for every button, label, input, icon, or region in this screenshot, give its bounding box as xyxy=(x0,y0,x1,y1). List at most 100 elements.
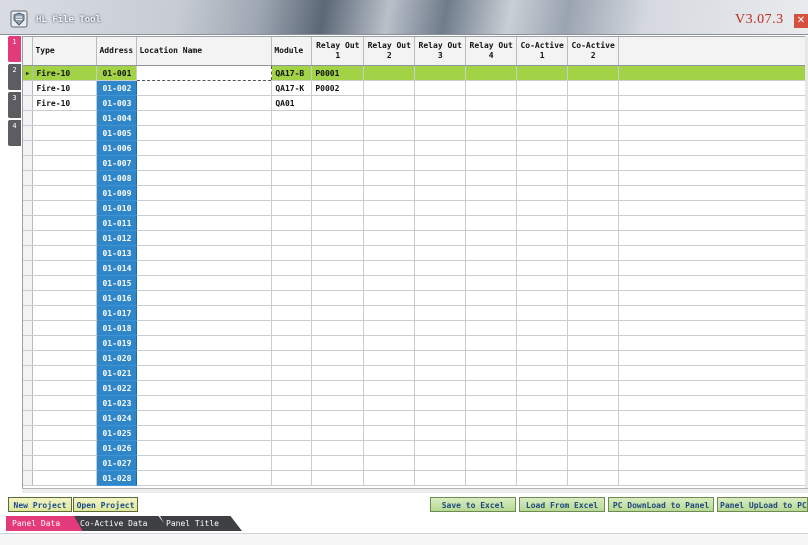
cell-relay-out-3[interactable] xyxy=(414,230,467,246)
cell-relay-out-3[interactable] xyxy=(414,170,467,186)
table-row[interactable]: 01-028 xyxy=(23,470,808,486)
cell-location-name[interactable] xyxy=(136,80,273,96)
cell-relay-out-2[interactable] xyxy=(363,245,416,261)
cell-address[interactable]: 01-028 xyxy=(96,470,138,486)
cell-module[interactable] xyxy=(271,260,313,276)
row-indicator[interactable] xyxy=(23,185,34,201)
cell-location-name[interactable] xyxy=(136,350,273,366)
side-tab-1[interactable]: 1 xyxy=(8,36,21,62)
cell-relay-out-3[interactable] xyxy=(414,290,467,306)
open-project-button[interactable]: Open Project xyxy=(73,497,138,512)
cell-location-name[interactable] xyxy=(136,245,273,261)
cell-address[interactable]: 01-014 xyxy=(96,260,138,276)
cell-module[interactable] xyxy=(271,245,313,261)
cell-relay-out-1[interactable] xyxy=(311,215,365,231)
row-indicator[interactable] xyxy=(23,215,34,231)
table-row[interactable]: Fire-10 01-003 QA01 xyxy=(23,95,808,111)
cell-type[interactable] xyxy=(32,440,98,456)
cell-relay-out-3[interactable] xyxy=(414,65,467,81)
cell-relay-out-1[interactable] xyxy=(311,245,365,261)
cell-location-name[interactable] xyxy=(136,200,273,216)
side-tab-4[interactable]: 4 xyxy=(8,120,21,146)
row-indicator[interactable] xyxy=(23,125,34,141)
row-indicator[interactable] xyxy=(23,365,34,381)
cell-relay-out-3[interactable] xyxy=(414,95,467,111)
cell-co-active-1[interactable] xyxy=(516,335,569,351)
table-row[interactable]: 01-006 xyxy=(23,140,808,156)
cell-type[interactable] xyxy=(32,395,98,411)
cell-relay-out-1[interactable] xyxy=(311,335,365,351)
cell-co-active-2[interactable] xyxy=(567,335,620,351)
cell-type[interactable] xyxy=(32,305,98,321)
cell-module[interactable] xyxy=(271,350,313,366)
cell-type[interactable] xyxy=(32,365,98,381)
cell-address[interactable]: 01-020 xyxy=(96,350,138,366)
row-indicator[interactable] xyxy=(23,455,34,471)
cell-address[interactable]: 01-021 xyxy=(96,365,138,381)
row-indicator[interactable] xyxy=(23,470,34,486)
cell-module[interactable] xyxy=(271,290,313,306)
cell-relay-out-3[interactable] xyxy=(414,305,467,321)
cell-relay-out-2[interactable] xyxy=(363,470,416,486)
cell-location-name[interactable] xyxy=(136,185,273,201)
cell-relay-out-4[interactable] xyxy=(465,350,518,366)
cell-co-active-1[interactable] xyxy=(516,110,569,126)
cell-co-active-1[interactable] xyxy=(516,440,569,456)
cell-relay-out-2[interactable] xyxy=(363,380,416,396)
cell-co-active-2[interactable] xyxy=(567,275,620,291)
cell-co-active-1[interactable] xyxy=(516,320,569,336)
cell-co-active-2[interactable] xyxy=(567,185,620,201)
cell-relay-out-3[interactable] xyxy=(414,470,467,486)
cell-relay-out-3[interactable] xyxy=(414,425,467,441)
cell-relay-out-1[interactable] xyxy=(311,350,365,366)
cell-module[interactable] xyxy=(271,275,313,291)
cell-relay-out-1[interactable] xyxy=(311,395,365,411)
cell-relay-out-4[interactable] xyxy=(465,200,518,216)
table-row[interactable]: 01-004 xyxy=(23,110,808,126)
cell-module[interactable] xyxy=(271,440,313,456)
cell-co-active-2[interactable] xyxy=(567,155,620,171)
table-row[interactable]: 01-025 xyxy=(23,425,808,441)
row-indicator[interactable] xyxy=(23,200,34,216)
cell-address[interactable]: 01-017 xyxy=(96,305,138,321)
cell-address[interactable]: 01-006 xyxy=(96,140,138,156)
cell-relay-out-2[interactable] xyxy=(363,140,416,156)
col-header-relay-out-3[interactable]: Relay Out 3 xyxy=(414,37,467,66)
table-row[interactable]: 01-021 xyxy=(23,365,808,381)
tab-co-active-data[interactable]: Co-Active Data xyxy=(74,516,170,531)
table-row[interactable]: 01-005 xyxy=(23,125,808,141)
cell-relay-out-3[interactable] xyxy=(414,140,467,156)
cell-address[interactable]: 01-022 xyxy=(96,380,138,396)
cell-relay-out-2[interactable] xyxy=(363,425,416,441)
cell-relay-out-2[interactable] xyxy=(363,170,416,186)
cell-location-name[interactable] xyxy=(136,215,273,231)
row-indicator[interactable] xyxy=(23,350,34,366)
cell-co-active-2[interactable] xyxy=(567,140,620,156)
cell-type[interactable] xyxy=(32,200,98,216)
cell-relay-out-3[interactable] xyxy=(414,80,467,96)
row-indicator[interactable] xyxy=(23,275,34,291)
panel-upload-to-pc-button[interactable]: Panel UpLoad to PC xyxy=(717,497,808,512)
cell-location-name[interactable] xyxy=(136,170,273,186)
cell-relay-out-1[interactable] xyxy=(311,110,365,126)
cell-co-active-1[interactable] xyxy=(516,260,569,276)
cell-relay-out-4[interactable] xyxy=(465,455,518,471)
cell-relay-out-2[interactable] xyxy=(363,110,416,126)
row-indicator[interactable] xyxy=(23,245,34,261)
table-row[interactable]: 01-015 xyxy=(23,275,808,291)
cell-relay-out-4[interactable] xyxy=(465,185,518,201)
col-header-co-active-1[interactable]: Co-Active 1 xyxy=(516,37,569,66)
row-indicator[interactable] xyxy=(23,395,34,411)
cell-type[interactable] xyxy=(32,125,98,141)
cell-co-active-1[interactable] xyxy=(516,140,569,156)
cell-relay-out-2[interactable] xyxy=(363,260,416,276)
cell-type[interactable]: Fire-10 xyxy=(32,65,98,81)
side-tab-3[interactable]: 3 xyxy=(8,92,21,118)
cell-type[interactable] xyxy=(32,380,98,396)
cell-relay-out-3[interactable] xyxy=(414,380,467,396)
load-from-excel-button[interactable]: Load From Excel xyxy=(519,497,605,512)
cell-co-active-2[interactable] xyxy=(567,320,620,336)
tab-panel-data[interactable]: Panel Data xyxy=(6,516,84,531)
cell-co-active-1[interactable] xyxy=(516,230,569,246)
cell-relay-out-3[interactable] xyxy=(414,440,467,456)
